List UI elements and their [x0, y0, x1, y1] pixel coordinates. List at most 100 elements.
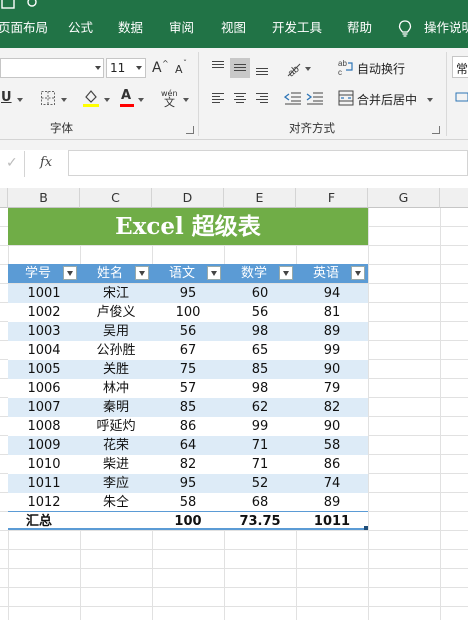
underline-button[interactable]: U: [1, 90, 12, 106]
table-cell[interactable]: 李应: [80, 474, 152, 493]
table-cell[interactable]: 1012: [8, 493, 80, 512]
tab-developer[interactable]: 开发工具: [272, 18, 322, 38]
number-format-combobox[interactable]: 常: [452, 56, 468, 78]
table-cell[interactable]: 62: [224, 398, 296, 417]
table-cell[interactable]: 82: [296, 398, 368, 417]
font-name-combobox[interactable]: [0, 58, 104, 78]
header-cell[interactable]: 英语: [296, 264, 368, 283]
wrap-text-button[interactable]: 自动换行: [357, 60, 405, 77]
filter-dropdown-icon[interactable]: [279, 266, 293, 280]
column-header-c[interactable]: C: [80, 188, 152, 208]
table-cell[interactable]: 67: [152, 341, 224, 360]
table-cell[interactable]: 秦明: [80, 398, 152, 417]
table-cell[interactable]: 90: [296, 360, 368, 379]
column-header-g[interactable]: G: [368, 188, 440, 208]
table-cell[interactable]: 1001: [8, 284, 80, 303]
table-cell[interactable]: 1010: [8, 455, 80, 474]
table-cell[interactable]: 柴进: [80, 455, 152, 474]
table-row[interactable]: 1007 秦明 85 62 82: [8, 398, 368, 417]
orientation-icon[interactable]: ab: [284, 58, 304, 78]
filter-dropdown-icon[interactable]: [351, 266, 365, 280]
table-cell[interactable]: 86: [296, 455, 368, 474]
table-cell[interactable]: 65: [224, 341, 296, 360]
table-cell[interactable]: 林冲: [80, 379, 152, 398]
table-row[interactable]: 1009 花荣 64 71 58: [8, 436, 368, 455]
table-row[interactable]: 1008 呼延灼 86 99 90: [8, 417, 368, 436]
table-title[interactable]: Excel 超级表: [8, 208, 368, 245]
table-cell[interactable]: 58: [296, 436, 368, 455]
tab-data[interactable]: 数据: [118, 18, 143, 38]
column-header-h[interactable]: [440, 188, 468, 208]
table-cell[interactable]: 关胜: [80, 360, 152, 379]
font-size-combobox[interactable]: 11: [106, 58, 146, 78]
tab-help[interactable]: 帮助: [347, 18, 372, 38]
align-middle-button[interactable]: [230, 58, 250, 78]
table-cell[interactable]: 89: [296, 322, 368, 341]
table-cell[interactable]: 85: [224, 360, 296, 379]
chevron-down-icon[interactable]: [104, 98, 110, 102]
filter-dropdown-icon[interactable]: [63, 266, 77, 280]
header-cell[interactable]: 学号: [8, 264, 80, 283]
table-cell[interactable]: 98: [224, 379, 296, 398]
table-cell[interactable]: 吴用: [80, 322, 152, 341]
merge-center-button[interactable]: 合并后居中: [357, 91, 417, 108]
chevron-down-icon[interactable]: [136, 66, 142, 70]
table-cell[interactable]: 1004: [8, 341, 80, 360]
table-row[interactable]: 1006 林冲 57 98 79: [8, 379, 368, 398]
table-row[interactable]: 1005 关胜 75 85 90: [8, 360, 368, 379]
table-row[interactable]: 1011 李应 95 52 74: [8, 474, 368, 493]
table-cell[interactable]: 64: [152, 436, 224, 455]
table-row[interactable]: 1001 宋江 95 60 94: [8, 284, 368, 303]
table-cell[interactable]: 公孙胜: [80, 341, 152, 360]
table-row[interactable]: 1002 卢俊义 100 56 81: [8, 303, 368, 322]
table-cell[interactable]: 60: [224, 284, 296, 303]
formula-input[interactable]: [68, 150, 468, 176]
table-cell[interactable]: 1005: [8, 360, 80, 379]
table-cell[interactable]: 56: [224, 303, 296, 322]
filter-dropdown-icon[interactable]: [135, 266, 149, 280]
insert-function-icon[interactable]: fx: [40, 155, 52, 170]
table-cell[interactable]: [80, 512, 152, 531]
grow-font-button[interactable]: A: [152, 60, 162, 76]
table-cell[interactable]: 花荣: [80, 436, 152, 455]
total-label[interactable]: 汇总: [8, 512, 80, 531]
table-cell[interactable]: 71: [224, 436, 296, 455]
total-math[interactable]: 73.75: [224, 512, 296, 531]
table-cell[interactable]: 95: [152, 474, 224, 493]
total-row[interactable]: 汇总 100 73.75 1011: [8, 511, 368, 530]
table-cell[interactable]: 68: [224, 493, 296, 512]
table-row[interactable]: 1004 公孙胜 67 65 99: [8, 341, 368, 360]
quick-access-icon[interactable]: [0, 0, 40, 12]
table-cell[interactable]: 99: [224, 417, 296, 436]
chevron-down-icon[interactable]: [138, 98, 144, 102]
table-cell[interactable]: 74: [296, 474, 368, 493]
dialog-launcher-icon[interactable]: [432, 126, 440, 134]
cancel-icon[interactable]: ✓: [6, 155, 18, 171]
table-cell[interactable]: 94: [296, 284, 368, 303]
table-cell[interactable]: 75: [152, 360, 224, 379]
table-cell[interactable]: 1009: [8, 436, 80, 455]
table-cell[interactable]: 52: [224, 474, 296, 493]
table-cell[interactable]: 56: [152, 322, 224, 341]
table-cell[interactable]: 宋江: [80, 284, 152, 303]
fill-color-icon[interactable]: [82, 88, 100, 108]
decrease-indent-icon[interactable]: [284, 90, 302, 106]
dialog-launcher-icon[interactable]: [186, 126, 194, 134]
increase-indent-icon[interactable]: [306, 90, 324, 106]
tab-view[interactable]: 视图: [221, 18, 246, 38]
total-chinese[interactable]: 100: [152, 512, 224, 531]
table-cell[interactable]: 58: [152, 493, 224, 512]
table-cell[interactable]: 90: [296, 417, 368, 436]
table-cell[interactable]: 95: [152, 284, 224, 303]
table-cell[interactable]: 81: [296, 303, 368, 322]
table-cell[interactable]: 86: [152, 417, 224, 436]
shrink-font-button[interactable]: A: [175, 62, 183, 78]
column-header-d[interactable]: D: [152, 188, 224, 208]
table-cell[interactable]: 71: [224, 455, 296, 474]
tab-formulas[interactable]: 公式: [68, 18, 93, 38]
chevron-down-icon[interactable]: [427, 98, 433, 102]
table-cell[interactable]: 100: [152, 303, 224, 322]
table-cell[interactable]: 1006: [8, 379, 80, 398]
table-cell[interactable]: 57: [152, 379, 224, 398]
column-header-e[interactable]: E: [224, 188, 296, 208]
